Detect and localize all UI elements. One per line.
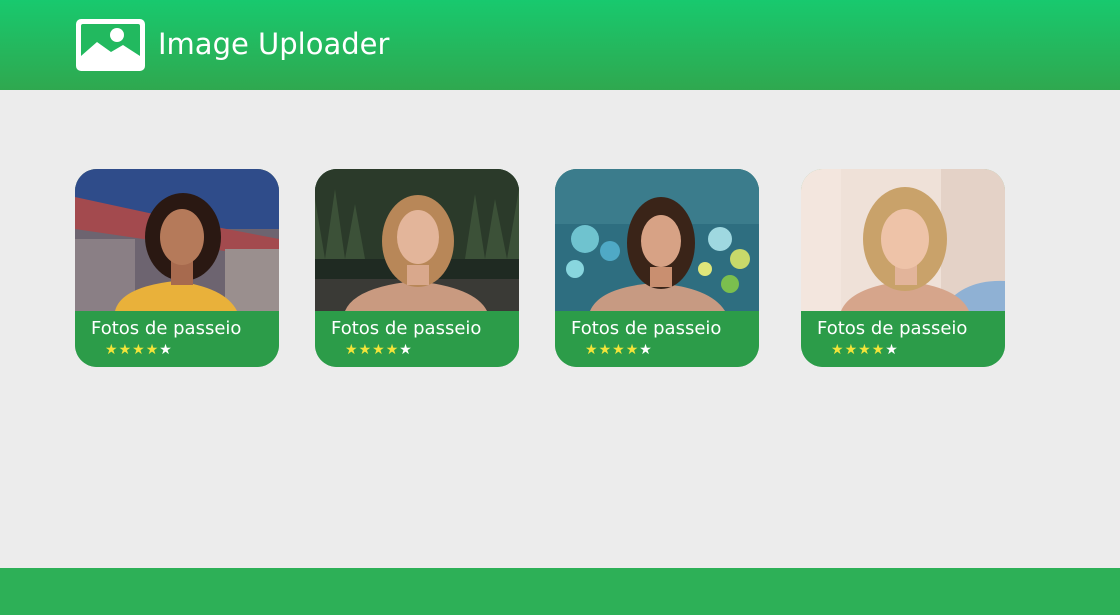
card-info: Fotos de passeio ★ ★ ★ ★ ★ [75,311,279,367]
star-empty-icon: ★ [159,342,172,358]
star-filled-icon: ★ [385,342,399,358]
star-filled-icon: ★ [132,342,145,358]
card-info: Fotos de passeio ★ ★ ★ ★ ★ [315,311,519,367]
image-card[interactable]: Fotos de passeio ★ ★ ★ ★ ★ [555,169,759,367]
star-rating: ★ ★ ★ ★ ★ [345,342,412,358]
portrait-photo [801,169,1005,311]
star-filled-icon: ★ [105,342,118,358]
star-filled-icon: ★ [858,342,871,358]
star-empty-icon: ★ [885,342,898,358]
star-filled-icon: ★ [625,342,639,358]
star-filled-icon: ★ [612,342,625,358]
card-info: Fotos de passeio ★ ★ ★ ★ ★ [801,311,1005,367]
portrait-photo [75,169,279,311]
star-filled-icon: ★ [844,342,858,358]
image-card[interactable]: Fotos de passeio ★ ★ ★ ★ ★ [801,169,1005,367]
image-card[interactable]: Fotos de passeio ★ ★ ★ ★ ★ [75,169,279,367]
star-filled-icon: ★ [831,342,844,358]
star-filled-icon: ★ [372,342,385,358]
star-filled-icon: ★ [345,342,358,358]
portrait-photo [555,169,759,311]
card-info: Fotos de passeio ★ ★ ★ ★ ★ [555,311,759,367]
image-gallery: Fotos de passeio ★ ★ ★ ★ ★ Fotos de passeio … [0,0,1120,615]
portrait-photo [315,169,519,311]
star-empty-icon: ★ [399,342,412,358]
star-rating: ★ ★ ★ ★ ★ [105,342,172,358]
star-filled-icon: ★ [145,342,159,358]
star-rating: ★ ★ ★ ★ ★ [585,342,652,358]
star-filled-icon: ★ [598,342,612,358]
star-filled-icon: ★ [358,342,372,358]
star-empty-icon: ★ [639,342,652,358]
card-caption: Fotos de passeio [91,318,242,339]
star-rating: ★ ★ ★ ★ ★ [831,342,898,358]
image-card[interactable]: Fotos de passeio ★ ★ ★ ★ ★ [315,169,519,367]
card-caption: Fotos de passeio [331,318,482,339]
card-caption: Fotos de passeio [817,318,968,339]
star-filled-icon: ★ [118,342,132,358]
card-caption: Fotos de passeio [571,318,722,339]
app-footer [0,568,1120,615]
star-filled-icon: ★ [871,342,885,358]
star-filled-icon: ★ [585,342,598,358]
